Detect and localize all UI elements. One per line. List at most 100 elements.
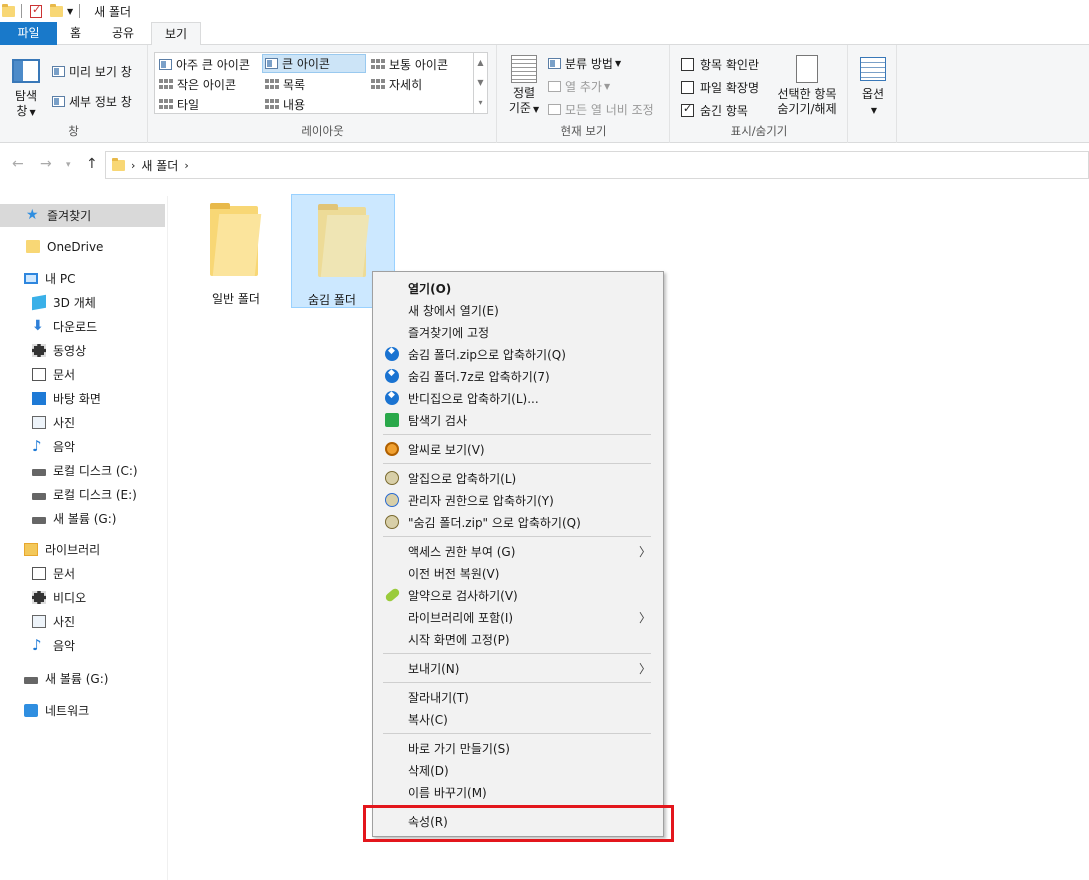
preview-pane-button[interactable]: 미리 보기 창	[52, 63, 132, 80]
nav-quick-access[interactable]: ★ 즐겨찾기	[0, 204, 165, 227]
address-bar[interactable]: › 새 폴더 ›	[105, 151, 1089, 179]
bandizip-icon	[385, 390, 399, 405]
checkbox-label: 파일 확장명	[700, 81, 760, 95]
menu-bandizip-7z[interactable]: 숨김 폴더.7z로 압축하기(7)	[373, 365, 663, 387]
recent-locations-icon[interactable]: ▾	[66, 160, 71, 170]
nav-lib-pictures[interactable]: 사진	[0, 610, 75, 633]
up-arrow-icon[interactable]: ↑	[86, 156, 98, 172]
nav-local-disk-e[interactable]: 로컬 디스크 (E:)	[0, 483, 137, 506]
menu-pin-start[interactable]: 시작 화면에 고정(P)	[373, 628, 663, 650]
menu-alyac-scan[interactable]: 알약으로 검사하기(V)	[373, 584, 663, 606]
new-folder-quick-icon[interactable]	[50, 3, 63, 17]
menu-give-access[interactable]: 액세스 권한 부여 (G) 〉	[373, 540, 663, 562]
layout-label: 자세히	[389, 78, 423, 92]
menu-create-shortcut[interactable]: 바로 가기 만들기(S)	[373, 737, 663, 759]
tab-home[interactable]: 홈	[57, 22, 94, 45]
hide-selected-button[interactable]: 선택한 항목 숨기기/해제	[771, 55, 843, 117]
nav-pictures[interactable]: 사진	[0, 411, 75, 434]
details-pane-button[interactable]: 세부 정보 창	[52, 93, 132, 110]
nav-lib-documents[interactable]: 문서	[0, 562, 75, 585]
layout-medium-icons[interactable]: 보통 아이콘	[369, 55, 448, 74]
nav-new-volume-g[interactable]: 새 볼륨 (G:)	[0, 507, 116, 530]
tab-file[interactable]: 파일	[0, 22, 57, 45]
nav-desktop[interactable]: 바탕 화면	[0, 387, 101, 410]
nav-lib-video[interactable]: 비디오	[0, 586, 86, 609]
nav-local-disk-c[interactable]: 로컬 디스크 (C:)	[0, 459, 138, 482]
menu-open[interactable]: 열기(O)	[373, 277, 663, 299]
nav-new-volume-g2[interactable]: 새 볼륨 (G:)	[0, 667, 108, 690]
chevron-right-icon[interactable]: ›	[184, 159, 188, 172]
group-by-icon	[548, 58, 561, 69]
nav-libraries[interactable]: 라이브러리	[0, 538, 100, 561]
add-column-button[interactable]: 열 추가 ▼	[548, 78, 610, 95]
separator	[79, 4, 81, 18]
highlight-annotation-box	[363, 805, 674, 842]
layout-list[interactable]: 목록	[263, 75, 305, 94]
layout-gallery-scroll[interactable]: ▲ ▼ ▾	[473, 53, 487, 113]
nav-music[interactable]: ♪ 음악	[0, 435, 75, 458]
nav-this-pc[interactable]: 내 PC	[0, 267, 75, 290]
checkbox-unchecked[interactable]	[681, 58, 694, 71]
properties-quick-icon[interactable]	[30, 3, 42, 18]
nav-documents[interactable]: 문서	[0, 363, 75, 386]
menu-rename[interactable]: 이름 바꾸기(M)	[373, 781, 663, 803]
nav-3d-objects[interactable]: 3D 개체	[0, 291, 96, 314]
layout-extra-large-icons[interactable]: 아주 큰 아이콘	[157, 55, 250, 74]
options-group: 옵션 ▼	[849, 45, 897, 143]
menu-bandizip-more[interactable]: 반디집으로 압축하기(L)...	[373, 387, 663, 409]
layout-content[interactable]: 내용	[263, 95, 305, 114]
folder-item[interactable]: 일반 폴더	[184, 194, 288, 308]
fit-columns-icon	[548, 104, 561, 115]
tab-view[interactable]: 보기	[151, 22, 201, 46]
nav-lib-music[interactable]: ♪ 음악	[0, 634, 75, 657]
scroll-down-icon[interactable]: ▼	[474, 73, 487, 93]
hidden-items-toggle[interactable]: 숨긴 항목	[681, 102, 748, 119]
menu-label: 알집으로 압축하기(L)	[408, 471, 517, 486]
menu-restore-previous[interactable]: 이전 버전 복원(V)	[373, 562, 663, 584]
forward-arrow-icon[interactable]: →	[40, 156, 52, 172]
customize-quick-access-icon[interactable]: ▼	[67, 7, 73, 16]
menu-cut[interactable]: 잘라내기(T)	[373, 686, 663, 708]
file-extensions-toggle[interactable]: 파일 확장명	[681, 79, 759, 96]
menu-copy[interactable]: 복사(C)	[373, 708, 663, 730]
alyac-pill-icon	[384, 587, 401, 603]
menu-open-new-window[interactable]: 새 창에서 열기(E)	[373, 299, 663, 321]
tab-share[interactable]: 공유	[99, 22, 147, 45]
checkbox-checked[interactable]	[681, 102, 694, 117]
fit-columns-button[interactable]: 모든 열 너비 조정	[548, 101, 654, 118]
layout-tiles[interactable]: 타일	[157, 95, 199, 114]
navigation-pane-button[interactable]: 탐색 창 ▼	[6, 59, 46, 119]
menu-alzip-admin[interactable]: 관리자 권한으로 압축하기(Y)	[373, 489, 663, 511]
options-button[interactable]: 옵션 ▼	[853, 57, 893, 118]
menu-v3-scan[interactable]: 탐색기 검사	[373, 409, 663, 431]
menu-pin-quick-access[interactable]: 즐겨찾기에 고정	[373, 321, 663, 343]
gallery-expand-icon[interactable]: ▾	[474, 93, 487, 113]
layout-details[interactable]: 자세히	[369, 75, 422, 94]
layout-large-icons[interactable]: 큰 아이콘	[262, 54, 366, 73]
menu-send-to[interactable]: 보내기(N) 〉	[373, 657, 663, 679]
drive-icon	[32, 493, 46, 500]
menu-include-library[interactable]: 라이브러리에 포함(I) 〉	[373, 606, 663, 628]
checkbox-unchecked[interactable]	[681, 81, 694, 94]
layout-small-icons[interactable]: 작은 아이콘	[157, 75, 236, 94]
nav-downloads[interactable]: ⬇ 다운로드	[0, 315, 97, 338]
breadcrumb-item[interactable]: 새 폴더	[141, 157, 178, 174]
nav-network[interactable]: 네트워크	[0, 699, 89, 722]
nav-label: 다운로드	[53, 320, 98, 334]
chevron-right-icon[interactable]: ›	[131, 159, 135, 172]
back-arrow-icon[interactable]: ←	[12, 156, 24, 172]
item-checkboxes-toggle[interactable]: 항목 확인란	[681, 56, 759, 73]
nav-onedrive[interactable]: OneDrive	[0, 235, 103, 258]
menu-bandizip-zip[interactable]: 숨김 폴더.zip으로 압축하기(Q)	[373, 343, 663, 365]
menu-alsee-view[interactable]: 알씨로 보기(V)	[373, 438, 663, 460]
menu-delete[interactable]: 삭제(D)	[373, 759, 663, 781]
menu-alzip-compress[interactable]: 알집으로 압축하기(L)	[373, 467, 663, 489]
scroll-up-icon[interactable]: ▲	[474, 53, 487, 73]
layout-label: 타일	[177, 98, 200, 112]
menu-label: 알씨로 보기(V)	[408, 442, 485, 457]
sort-by-button[interactable]: 정렬 기준 ▼	[504, 55, 544, 119]
nav-label: 바탕 화면	[53, 392, 101, 406]
menu-alzip-named[interactable]: "숨김 폴더.zip" 으로 압축하기(Q)	[373, 511, 663, 533]
group-by-button[interactable]: 분류 방법 ▼	[548, 55, 621, 72]
nav-videos[interactable]: 동영상	[0, 339, 86, 362]
